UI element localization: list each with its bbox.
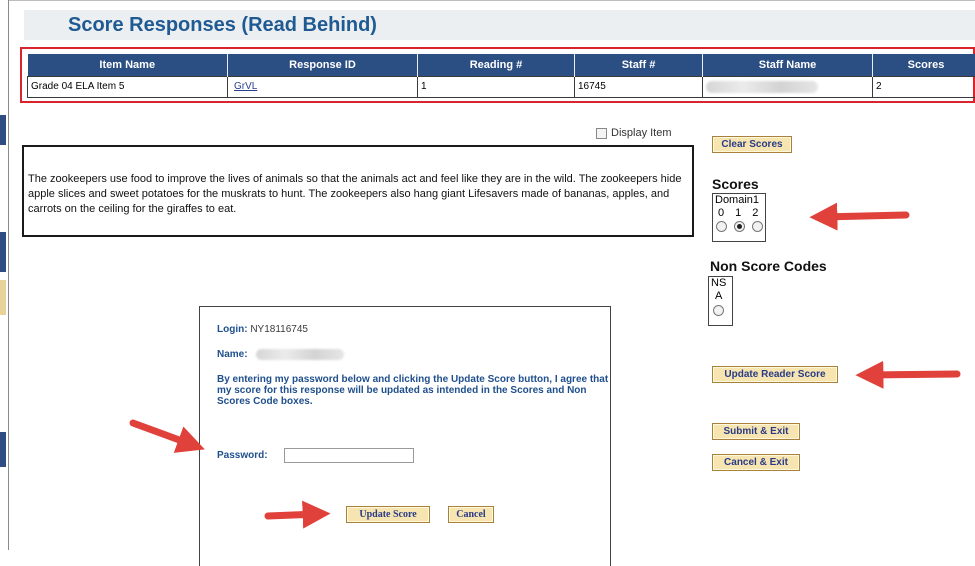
arrow-icon [133,423,193,445]
arrow-icon [822,215,906,217]
arrow-icon [268,514,318,516]
arrow-icon [868,374,957,375]
annotation-arrows [0,0,975,550]
